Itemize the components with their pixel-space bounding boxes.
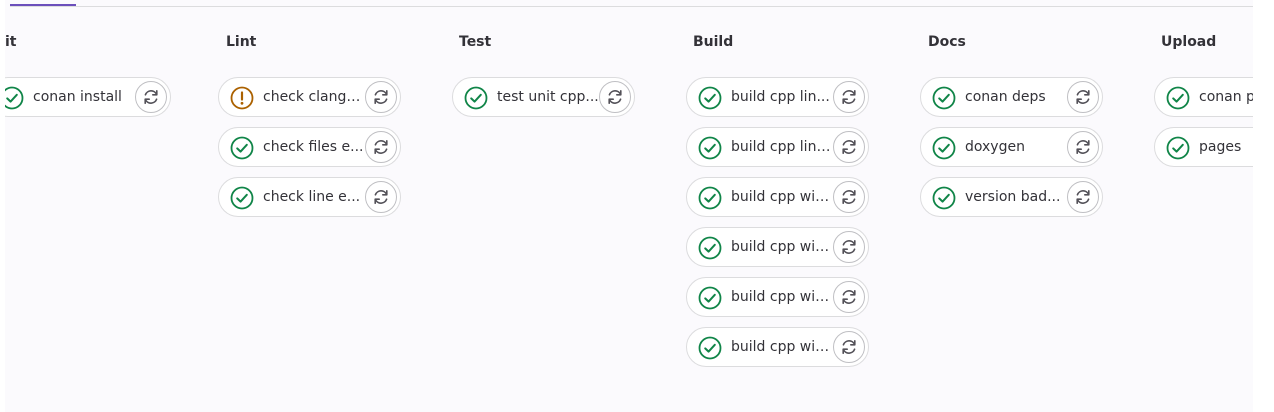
retry-icon	[371, 187, 391, 207]
retry-icon	[371, 137, 391, 157]
status-success-icon	[932, 186, 956, 210]
job-name[interactable]: pages	[1199, 128, 1241, 166]
retry-button[interactable]	[365, 181, 397, 213]
retry-button[interactable]	[1067, 181, 1099, 213]
status-success-icon	[698, 236, 722, 260]
retry-icon	[839, 137, 859, 157]
retry-button[interactable]	[833, 81, 865, 113]
status-success-icon	[1166, 136, 1190, 160]
status-success-icon	[464, 86, 488, 110]
status-success-icon	[698, 86, 722, 110]
retry-icon	[1073, 187, 1093, 207]
job-name[interactable]: build cpp wind...	[731, 178, 833, 216]
job-name[interactable]: build cpp wind...	[731, 228, 833, 266]
stage-title: Docs	[928, 34, 966, 50]
retry-button[interactable]	[833, 281, 865, 313]
job-name[interactable]: conan pa	[1199, 78, 1253, 116]
job-pill[interactable]: pages	[1154, 127, 1253, 167]
status-success-icon	[698, 336, 722, 360]
job-name[interactable]: conan install	[33, 78, 122, 116]
status-success-icon	[932, 86, 956, 110]
job-pill[interactable]: doxygen	[920, 127, 1103, 167]
job-name[interactable]: version bad...	[965, 178, 1060, 216]
retry-button[interactable]	[833, 331, 865, 363]
stage-title: Upload	[1161, 34, 1217, 50]
retry-button[interactable]	[1067, 81, 1099, 113]
status-success-icon	[698, 286, 722, 310]
stage-title: Lint	[226, 34, 257, 50]
retry-icon	[141, 87, 161, 107]
job-pill[interactable]: build cpp wind...	[686, 327, 869, 367]
retry-button[interactable]	[365, 81, 397, 113]
job-name[interactable]: conan deps	[965, 78, 1046, 116]
stage-title: Build	[693, 34, 734, 50]
job-name[interactable]: check clang-fo...	[263, 78, 365, 116]
stage-title: it	[5, 34, 17, 50]
job-name[interactable]: build cpp lin...	[731, 78, 830, 116]
retry-button[interactable]	[833, 181, 865, 213]
retry-icon	[371, 87, 391, 107]
retry-button[interactable]	[833, 131, 865, 163]
job-pill[interactable]: conan deps	[920, 77, 1103, 117]
retry-icon	[839, 287, 859, 307]
status-success-icon	[698, 136, 722, 160]
status-warning-icon	[230, 86, 254, 110]
retry-icon	[1073, 87, 1093, 107]
retry-icon	[605, 87, 625, 107]
job-pill[interactable]: check clang-fo...	[218, 77, 401, 117]
job-pill[interactable]: conan pa	[1154, 77, 1253, 117]
retry-button[interactable]	[135, 81, 167, 113]
job-name[interactable]: build cpp wind...	[731, 328, 833, 366]
retry-button[interactable]	[833, 231, 865, 263]
job-pill[interactable]: build cpp lin...	[686, 77, 869, 117]
status-success-icon	[1166, 86, 1190, 110]
job-pill[interactable]: version bad...	[920, 177, 1103, 217]
job-name[interactable]: check line e...	[263, 178, 360, 216]
pipeline-graph: it conan install Lint check clang-fo... chec…	[5, 0, 1253, 412]
job-pill[interactable]: check line e...	[218, 177, 401, 217]
status-success-icon	[698, 186, 722, 210]
stage-title: Test	[459, 34, 492, 50]
job-name[interactable]: check files e...	[263, 128, 363, 166]
job-pill[interactable]: build cpp wind...	[686, 277, 869, 317]
job-name[interactable]: build cpp wind...	[731, 278, 833, 316]
retry-icon	[839, 237, 859, 257]
status-success-icon	[230, 136, 254, 160]
retry-button[interactable]	[599, 81, 631, 113]
retry-button[interactable]	[1067, 131, 1099, 163]
retry-icon	[1073, 137, 1093, 157]
status-success-icon	[932, 136, 956, 160]
retry-button[interactable]	[365, 131, 397, 163]
job-pill[interactable]: build cpp wind...	[686, 177, 869, 217]
status-success-icon	[5, 86, 24, 110]
job-name[interactable]: test unit cpp...	[497, 78, 599, 116]
job-pill[interactable]: build cpp linu...	[686, 127, 869, 167]
job-pill[interactable]: test unit cpp...	[452, 77, 635, 117]
retry-icon	[839, 337, 859, 357]
retry-icon	[839, 87, 859, 107]
job-pill[interactable]: check files e...	[218, 127, 401, 167]
status-success-icon	[230, 186, 254, 210]
job-pill[interactable]: build cpp wind...	[686, 227, 869, 267]
tab-divider	[10, 6, 1253, 7]
job-name[interactable]: build cpp linu...	[731, 128, 833, 166]
job-pill[interactable]: conan install	[5, 77, 171, 117]
retry-icon	[839, 187, 859, 207]
job-name[interactable]: doxygen	[965, 128, 1025, 166]
